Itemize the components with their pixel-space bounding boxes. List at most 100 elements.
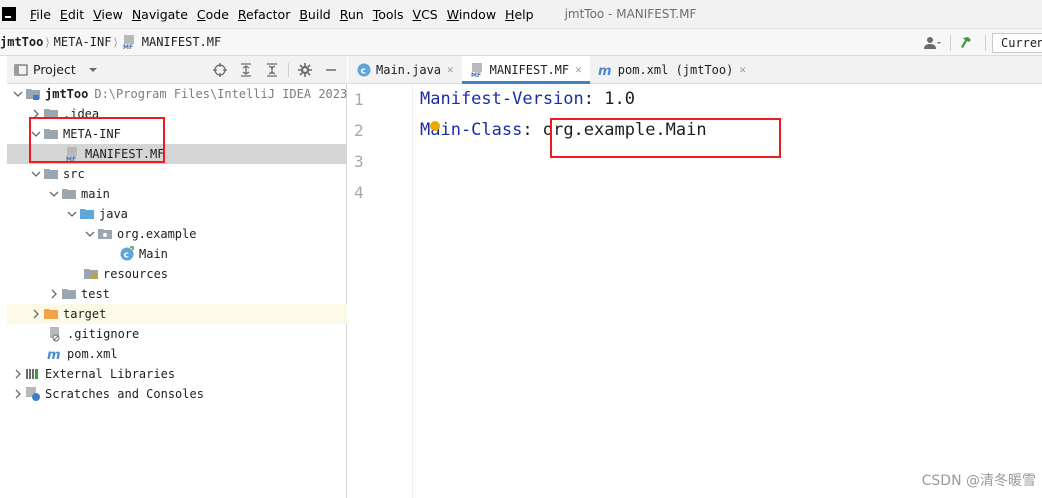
menu-code[interactable]: Code — [197, 7, 229, 22]
highlight-box-main-class — [550, 118, 781, 158]
folder-icon — [43, 166, 59, 182]
chevron-right-icon[interactable] — [47, 287, 61, 301]
manifest-separator: : — [522, 120, 543, 140]
tree-item-label: Main — [139, 247, 168, 261]
manifest-file-icon: MF — [122, 34, 138, 50]
chevron-right-icon[interactable] — [11, 367, 25, 381]
chevron-down-icon[interactable] — [65, 207, 79, 221]
manifest-key: Manifest-Version — [420, 89, 584, 109]
intention-bulb-icon[interactable] — [430, 121, 440, 131]
menu-navigate[interactable]: Navigate — [132, 7, 188, 22]
intellij-logo-icon[interactable] — [2, 7, 16, 21]
tree-item-test[interactable]: test — [7, 284, 347, 304]
tree-item-resources[interactable]: resources — [7, 264, 347, 284]
tree-item-pom[interactable]: m pom.xml — [7, 344, 347, 364]
view-dropdown-icon[interactable] — [86, 63, 100, 77]
breadcrumb-project[interactable]: jmtToo — [0, 35, 43, 49]
menu-view[interactable]: View — [93, 7, 123, 22]
tree-item-scratches[interactable]: Scratches and Consoles — [7, 384, 347, 404]
user-icon[interactable] — [922, 34, 944, 52]
menu-build[interactable]: Build — [299, 7, 330, 22]
tab-pom-xml[interactable]: m pom.xml (jmtToo) ✕ — [590, 56, 754, 83]
chevron-down-icon[interactable] — [47, 187, 61, 201]
tree-item-label: Scratches and Consoles — [45, 387, 204, 401]
breadcrumb-separator-icon: ⟩ — [45, 35, 50, 49]
line-number: 2 — [354, 121, 364, 140]
tree-item-label: main — [81, 187, 110, 201]
manifest-file-icon: MF — [470, 62, 486, 78]
project-panel-header: Project — [7, 56, 347, 84]
navigation-bar: jmtToo ⟩ META-INF ⟩ MF MANIFEST.MF Curre… — [0, 28, 1042, 56]
scratches-icon — [25, 386, 41, 402]
menu-vcs[interactable]: VCS — [413, 7, 438, 22]
close-icon[interactable]: ✕ — [447, 63, 454, 76]
tree-item-external-libraries[interactable]: External Libraries — [7, 364, 347, 384]
project-panel-title[interactable]: Project — [33, 62, 76, 77]
tree-item-target[interactable]: target — [7, 304, 347, 324]
tree-item-src[interactable]: src — [7, 164, 347, 184]
chevron-down-icon[interactable] — [11, 87, 25, 101]
tree-item-org-example[interactable]: org.example — [7, 224, 347, 244]
expand-all-icon[interactable] — [236, 61, 256, 79]
tab-manifest[interactable]: MF MANIFEST.MF ✕ — [461, 56, 590, 84]
toolbar-divider — [950, 34, 951, 51]
maven-icon: m — [47, 346, 63, 362]
highlight-box-meta-inf — [29, 117, 165, 163]
source-folder-icon — [79, 206, 95, 222]
close-icon[interactable]: ✕ — [739, 63, 746, 76]
chevron-right-icon[interactable] — [29, 307, 43, 321]
chevron-down-icon[interactable] — [29, 167, 43, 181]
tree-item-label: test — [81, 287, 110, 301]
hide-panel-icon[interactable] — [321, 61, 341, 79]
breadcrumb-meta-inf[interactable]: META-INF — [54, 35, 112, 49]
module-folder-icon — [25, 86, 41, 102]
build-hammer-icon[interactable] — [957, 34, 979, 52]
svg-text:m: m — [47, 348, 61, 362]
tree-item-main-class[interactable]: c Main — [7, 244, 347, 264]
line-number: 4 — [354, 183, 364, 202]
editor-gutter: 1 2 3 4 — [348, 84, 413, 498]
chevron-down-icon[interactable] — [83, 227, 97, 241]
collapse-all-icon[interactable] — [262, 61, 282, 79]
watermark: CSDN @清冬暖雪 — [921, 473, 1036, 489]
menu-help[interactable]: Help — [505, 7, 534, 22]
tree-item-jmttoo[interactable]: jmtToo D:\Program Files\IntelliJ IDEA 20… — [7, 84, 347, 104]
gear-icon[interactable] — [295, 61, 315, 79]
close-icon[interactable]: ✕ — [575, 63, 582, 76]
menu-bar: File Edit View Navigate Code Refactor Bu… — [0, 0, 1042, 28]
menu-file[interactable]: File — [30, 7, 51, 22]
ignored-file-icon — [47, 326, 63, 342]
toolbar-divider — [985, 34, 986, 51]
editor-tab-bar: c Main.java ✕ MF MANIFEST.MF ✕ m pom.xml… — [348, 56, 1042, 84]
tree-item-label: External Libraries — [45, 367, 176, 381]
window-title: jmtToo - MANIFEST.MF — [564, 7, 697, 21]
tools-divider — [288, 63, 289, 77]
menu-window[interactable]: Window — [447, 7, 496, 22]
maven-icon: m — [598, 62, 614, 78]
menu-run[interactable]: Run — [340, 7, 364, 22]
tree-item-label: org.example — [117, 227, 197, 241]
menu-tools[interactable]: Tools — [373, 7, 404, 22]
excluded-folder-icon — [43, 306, 59, 322]
project-path-hint: D:\Program Files\IntelliJ IDEA 2023 — [94, 87, 348, 101]
svg-text:MF: MF — [471, 72, 481, 78]
tab-label: MANIFEST.MF — [489, 62, 570, 77]
tree-item-java[interactable]: java — [7, 204, 347, 224]
tree-item-label: resources — [103, 267, 169, 281]
libraries-icon — [25, 366, 41, 382]
tree-item-gitignore[interactable]: .gitignore — [7, 324, 347, 344]
tab-main-java[interactable]: c Main.java ✕ — [348, 56, 462, 83]
menu-refactor[interactable]: Refactor — [238, 7, 290, 22]
menu-edit[interactable]: Edit — [60, 7, 84, 22]
line-number: 1 — [354, 90, 364, 109]
chevron-right-icon[interactable] — [11, 387, 25, 401]
tree-item-main[interactable]: main — [7, 184, 347, 204]
code-line-1[interactable]: Manifest-Version: 1.0 — [420, 89, 635, 109]
breadcrumb-manifest[interactable]: MANIFEST.MF — [142, 35, 221, 49]
svg-text:c: c — [361, 66, 366, 76]
project-view-icon — [13, 62, 29, 78]
tab-label: Main.java — [376, 62, 442, 77]
run-configuration-selector[interactable]: Curren — [992, 32, 1042, 53]
tree-item-label: jmtToo — [45, 87, 89, 101]
select-opened-file-icon[interactable] — [210, 61, 230, 79]
